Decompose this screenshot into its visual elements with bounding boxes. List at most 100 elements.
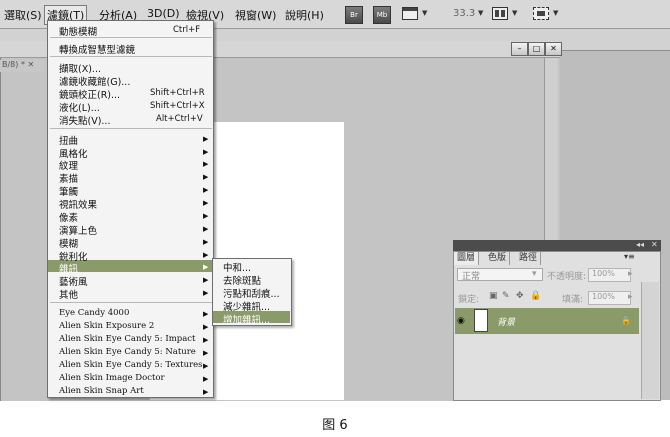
- menu-item-convert-smart-filter[interactable]: 轉換成智慧型濾鏡: [59, 42, 135, 56]
- blend-mode-select[interactable]: 正常: [457, 268, 543, 282]
- chevron-right-icon: ▶: [203, 310, 209, 318]
- chevron-right-icon[interactable]: ▸: [628, 269, 633, 279]
- chevron-right-icon: ▶: [203, 323, 209, 331]
- submenu-item-dust-scratches[interactable]: 污點和刮痕...: [223, 286, 280, 300]
- chevron-right-icon[interactable]: ▸: [628, 292, 633, 302]
- shortcut-vanishing-point: Alt+Ctrl+V: [156, 114, 203, 124]
- lock-label: 鎖定:: [458, 295, 480, 305]
- layer-thumbnail: [474, 309, 488, 332]
- menu-item-distort[interactable]: 扭曲: [59, 133, 78, 147]
- shortcut-liquify: Shift+Ctrl+X: [150, 101, 205, 111]
- opacity-field[interactable]: 100%: [588, 268, 631, 282]
- menu-item-filter-gallery[interactable]: 濾鏡收藏館(G)...: [59, 74, 130, 88]
- view-extras-icon[interactable]: [402, 7, 418, 20]
- menu-divider: [50, 56, 212, 57]
- chevron-right-icon: ▶: [203, 349, 209, 357]
- chevron-right-icon: ▶: [203, 336, 209, 344]
- chevron-down-icon: ▼: [512, 9, 518, 17]
- submenu-item-add-noise[interactable]: 增加雜訊...: [223, 312, 270, 326]
- chevron-right-icon: ▶: [203, 212, 209, 220]
- submenu-item-despeckle[interactable]: 去除斑點: [223, 273, 261, 287]
- menu-item-plugin[interactable]: Alien Skin Eye Candy 5: Impact: [59, 334, 195, 344]
- maximize-icon[interactable]: □: [528, 42, 545, 56]
- menu-item-sketch[interactable]: 素描: [59, 171, 78, 185]
- menu-item-artistic[interactable]: 藝術風: [59, 274, 88, 288]
- chevron-right-icon: ▶: [203, 276, 209, 284]
- chevron-right-icon: ▶: [203, 362, 209, 370]
- menu-item-render[interactable]: 演算上色: [59, 223, 97, 237]
- chevron-right-icon: ▶: [203, 388, 209, 396]
- chevron-down-icon: ▼: [553, 9, 559, 17]
- menu-divider: [50, 37, 212, 38]
- shortcut-lens-correction: Shift+Ctrl+R: [150, 88, 205, 98]
- menu-item-plugin[interactable]: Alien Skin Image Doctor: [59, 373, 165, 383]
- chevron-down-icon: ▾: [532, 269, 537, 279]
- chevron-right-icon: ▶: [203, 375, 209, 383]
- menu-3d[interactable]: 3D(D): [147, 7, 180, 20]
- menu-item-video[interactable]: 視訊效果: [59, 197, 97, 211]
- menu-item-plugin[interactable]: Alien Skin Eye Candy 5: Nature: [59, 347, 196, 357]
- close-icon[interactable]: ✕: [545, 42, 562, 56]
- arrange-documents-icon[interactable]: [492, 7, 508, 20]
- zoom-level[interactable]: 33.3: [453, 8, 475, 19]
- menu-item-vanishing-point[interactable]: 消失點(V)...: [59, 113, 110, 127]
- submenu-item-median[interactable]: 中和...: [223, 260, 251, 274]
- lock-all-icon[interactable]: 🔒: [530, 291, 541, 301]
- menu-item-plugin[interactable]: Alien Skin Snap Art: [59, 386, 144, 396]
- chevron-right-icon: ▶: [203, 263, 209, 271]
- chevron-right-icon: ▶: [203, 148, 209, 156]
- menu-item-plugin[interactable]: Alien Skin Exposure 2: [59, 321, 154, 331]
- chevron-right-icon: ▶: [203, 173, 209, 181]
- menu-divider: [50, 302, 212, 303]
- lock-transparent-icon[interactable]: ▣: [489, 291, 498, 301]
- lock-icon: 🔒: [621, 316, 631, 325]
- menu-item-texture[interactable]: 紋理: [59, 158, 78, 172]
- chevron-right-icon: ▶: [203, 186, 209, 194]
- collapse-icon[interactable]: ◂◂: [636, 240, 644, 249]
- menu-item-other[interactable]: 其他: [59, 287, 78, 301]
- bridge-button[interactable]: Br: [345, 6, 363, 24]
- opacity-label: 不透明度:: [547, 272, 587, 282]
- menu-select[interactable]: 選取(S): [4, 7, 42, 23]
- fill-field[interactable]: 100%: [588, 291, 631, 305]
- menu-item-extract[interactable]: 擷取(X)...: [59, 61, 101, 75]
- tab-layers[interactable]: 圖層: [454, 252, 480, 265]
- menu-divider: [50, 128, 212, 129]
- tab-channels[interactable]: 色版: [485, 252, 511, 265]
- layer-name[interactable]: 背景: [497, 315, 515, 328]
- screen-mode-icon[interactable]: [533, 7, 549, 20]
- menu-item-plugin[interactable]: Eye Candy 4000: [59, 308, 129, 318]
- chevron-down-icon: ▼: [422, 9, 428, 17]
- menu-item-liquify[interactable]: 液化(L)...: [59, 100, 100, 114]
- shortcut-last-filter: Ctrl+F: [173, 25, 201, 35]
- mini-bridge-button[interactable]: Mb: [373, 6, 391, 24]
- menu-item-blur[interactable]: 模糊: [59, 236, 78, 250]
- chevron-right-icon: ▶: [203, 225, 209, 233]
- menu-item-pixelate[interactable]: 像素: [59, 210, 78, 224]
- tab-paths[interactable]: 路徑: [516, 252, 542, 265]
- submenu-item-reduce-noise[interactable]: 減少雜訊...: [223, 299, 270, 313]
- chevron-down-icon: ▼: [478, 9, 484, 17]
- close-icon[interactable]: ✕: [651, 240, 658, 249]
- menu-item-lens-correction[interactable]: 鏡頭校正(R)...: [59, 87, 120, 101]
- panel-scrollbar[interactable]: [641, 282, 659, 399]
- panel-dock-bar[interactable]: ◂◂ ✕: [453, 240, 661, 251]
- menu-item-noise[interactable]: 雜訊: [59, 261, 78, 275]
- lock-position-icon[interactable]: ✥: [516, 291, 524, 301]
- minimize-icon[interactable]: –: [511, 42, 528, 56]
- menu-item-plugin[interactable]: Alien Skin Eye Candy 5: Textures: [59, 360, 203, 370]
- document-tab[interactable]: B/8) * ✕: [0, 60, 44, 72]
- menu-item-brush-strokes[interactable]: 筆觸: [59, 184, 78, 198]
- menu-window[interactable]: 視窗(W): [235, 7, 276, 23]
- chevron-right-icon: ▶: [203, 160, 209, 168]
- eye-icon[interactable]: ◉: [457, 316, 465, 326]
- chevron-right-icon: ▶: [203, 289, 209, 297]
- menu-help[interactable]: 說明(H): [285, 7, 324, 23]
- lock-paint-icon[interactable]: ✎: [502, 291, 510, 301]
- panel-menu-icon[interactable]: ▾≡: [624, 252, 635, 261]
- menu-item-last-filter[interactable]: 動態模糊: [59, 24, 97, 38]
- chevron-right-icon: ▶: [203, 251, 209, 259]
- chevron-right-icon: ▶: [203, 135, 209, 143]
- fill-label: 填滿:: [562, 295, 584, 305]
- chevron-right-icon: ▶: [203, 238, 209, 246]
